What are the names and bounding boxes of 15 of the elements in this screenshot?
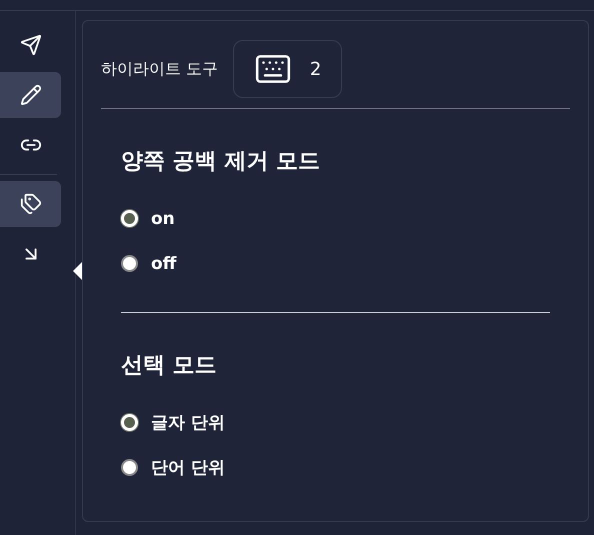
radio-option[interactable]: off xyxy=(121,241,176,286)
radio-option[interactable]: on xyxy=(121,196,175,241)
section-title: 선택 모드 xyxy=(121,352,218,380)
tool-button[interactable] xyxy=(0,72,61,118)
radio-option[interactable]: 글자 단위 xyxy=(121,400,225,445)
panel-title: 하이라이트 도구 xyxy=(101,58,218,80)
shortcut-button[interactable]: 2 xyxy=(233,40,342,98)
tool-button[interactable] xyxy=(0,181,61,227)
pencil-icon xyxy=(20,84,42,106)
radio-button[interactable] xyxy=(121,459,138,476)
section-title: 양쪽 공백 제거 모드 xyxy=(121,148,321,176)
tag-icon xyxy=(20,193,42,215)
send-icon xyxy=(20,34,42,56)
radio-option[interactable]: 단어 단위 xyxy=(121,445,225,490)
radio-button[interactable] xyxy=(121,255,138,272)
